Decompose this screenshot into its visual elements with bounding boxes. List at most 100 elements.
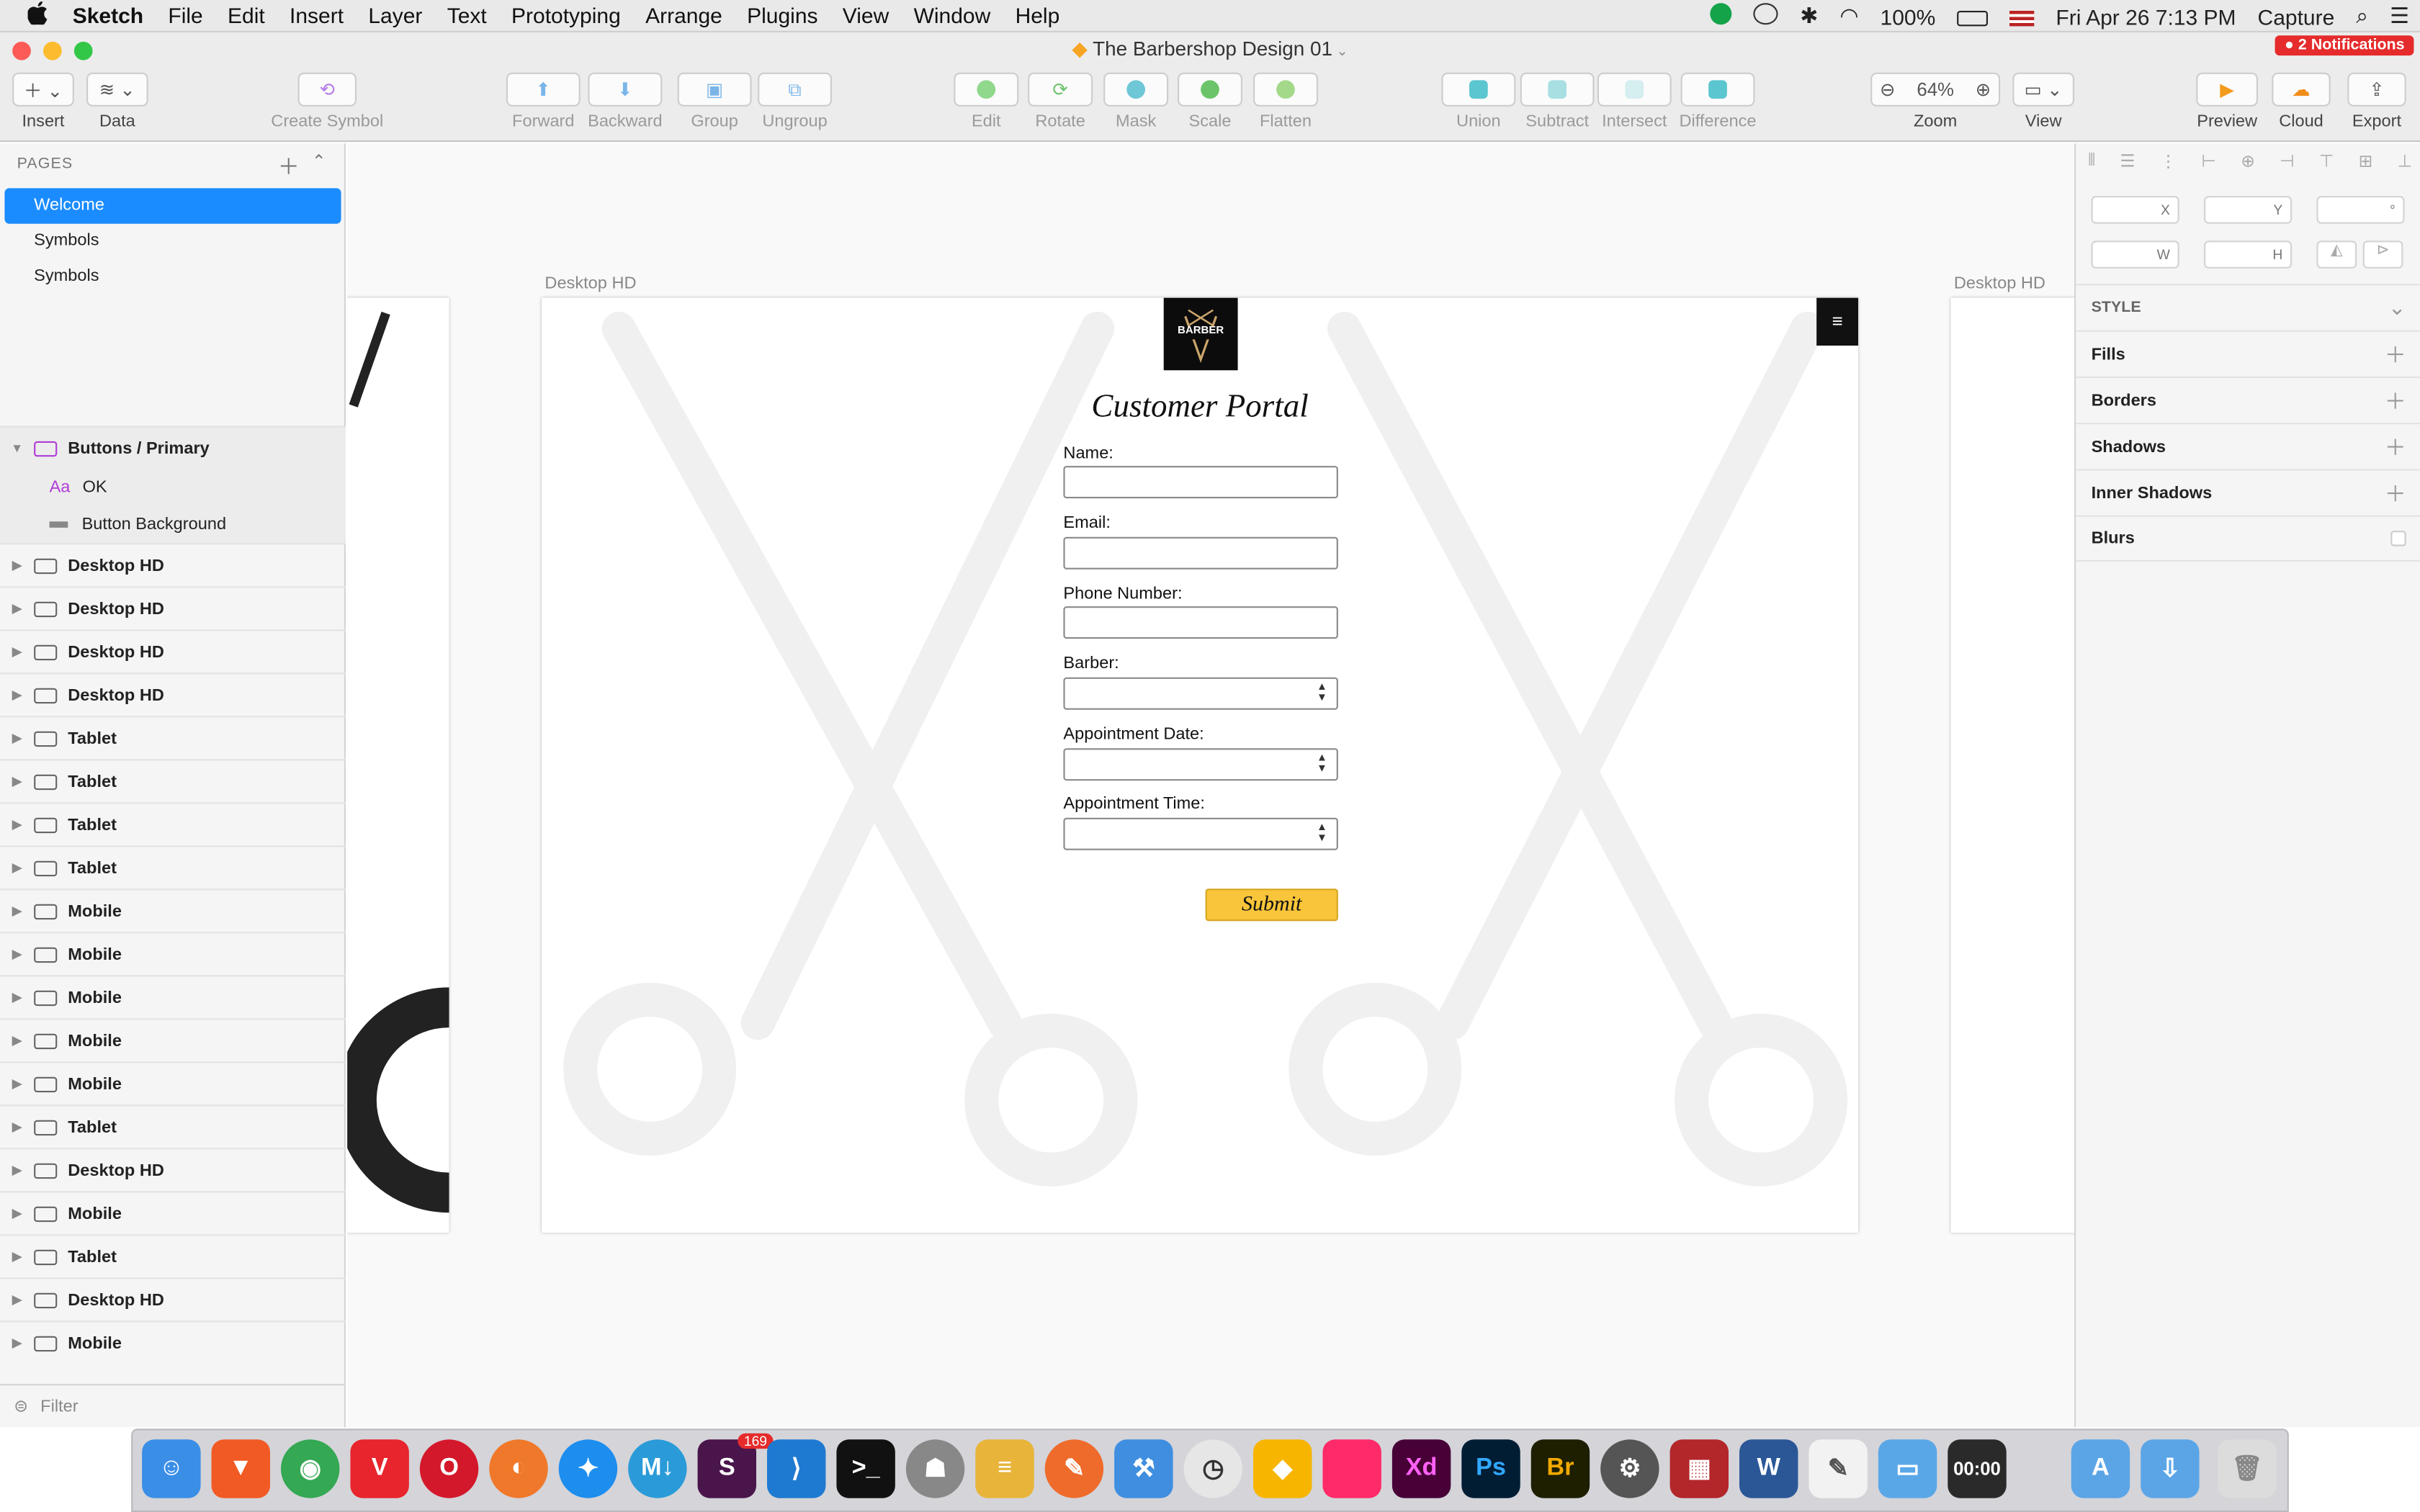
sequel-pro-icon[interactable]: ≡ [975, 1439, 1034, 1498]
chrome-icon[interactable]: ◉ [281, 1439, 340, 1498]
menu-help[interactable]: Help [1003, 3, 1072, 27]
forward-button[interactable]: ⬆ Forward [506, 72, 581, 131]
menu-insert[interactable]: Insert [277, 3, 356, 27]
preview-button[interactable]: ▶ Preview [2192, 72, 2263, 131]
phone-field[interactable] [1063, 606, 1338, 639]
layer-artboard[interactable]: ▶ Desktop HD [0, 629, 346, 672]
disclosure-closed-icon[interactable]: ▶ [0, 1336, 34, 1350]
artboard-label-right[interactable]: Desktop HD [1954, 274, 2045, 293]
create-symbol-button[interactable]: ⟲ Create Symbol [266, 72, 389, 131]
data-button[interactable]: ≋ ⌄ Data [86, 72, 148, 131]
layer-artboard[interactable]: ▶ Tablet [0, 845, 346, 888]
photo-booth-icon[interactable]: ▦ [1670, 1439, 1729, 1498]
vivaldi-icon[interactable]: V [350, 1439, 409, 1498]
menu-view[interactable]: View [830, 3, 902, 27]
layer-artboard[interactable]: ▶ Tablet [0, 1234, 346, 1277]
page-symbols[interactable]: Symbols [4, 224, 341, 259]
flip-vertical-icon[interactable]: ⊳ [2362, 240, 2403, 269]
safari-icon[interactable]: ✦ [558, 1439, 618, 1498]
layer-artboard[interactable]: ▶ Mobile [0, 1061, 346, 1104]
menu-capture[interactable]: Capture [2247, 4, 2346, 28]
height-field[interactable]: H [2204, 240, 2293, 269]
cloud-button[interactable]: ☁ Cloud [2272, 72, 2331, 131]
backward-button[interactable]: ⬇ Backward [583, 72, 667, 131]
layer-text-ok[interactable]: Aa OK [0, 469, 346, 506]
battery-icon[interactable] [1946, 4, 1999, 28]
opera-icon[interactable]: O [419, 1439, 479, 1498]
subtract-button[interactable]: Subtract [1520, 72, 1595, 131]
grammarly-icon[interactable] [1700, 3, 1743, 29]
disclosure-closed-icon[interactable]: ▶ [0, 1293, 34, 1307]
layer-button-background[interactable]: Button Background [0, 505, 346, 544]
disclosure-open-icon[interactable]: ▼ [0, 441, 34, 455]
menu-text[interactable]: Text [435, 3, 499, 27]
layer-artboard[interactable]: ▶ Mobile [0, 1191, 346, 1234]
bridge-icon[interactable]: Br [1531, 1439, 1590, 1498]
edit-button[interactable]: Edit [954, 72, 1019, 131]
disclosure-closed-icon[interactable]: ▶ [0, 1164, 34, 1177]
name-field[interactable] [1063, 466, 1338, 499]
more-icon[interactable]: ⋮ [2160, 151, 2177, 171]
add-inner-shadow-icon[interactable]: ＋ [2385, 477, 2406, 508]
style-header[interactable]: STYLE ⌄ [2076, 284, 2420, 330]
layer-artboard[interactable]: ▶ Mobile [0, 975, 346, 1018]
difference-button[interactable]: Difference [1675, 72, 1761, 131]
menu-edit[interactable]: Edit [215, 3, 277, 27]
width-field[interactable]: W [2091, 240, 2179, 269]
artboard-partial-right[interactable] [1950, 297, 2075, 1233]
layer-artboard[interactable]: ▶ Desktop HD [0, 1277, 346, 1320]
vscode-icon[interactable]: ⟩ [767, 1439, 826, 1498]
layer-artboard[interactable]: ▶ Tablet [0, 759, 346, 802]
postman-icon[interactable]: ✎ [1044, 1439, 1104, 1498]
keynote-icon[interactable]: ▭ [1878, 1439, 1937, 1498]
disclosure-closed-icon[interactable]: ▶ [0, 904, 34, 918]
rotation-field[interactable]: ° [2316, 196, 2405, 224]
shadows-section[interactable]: Shadows ＋ [2076, 423, 2420, 469]
layer-artboard[interactable]: ▶ Tablet [0, 716, 346, 759]
page-welcome[interactable]: Welcome [4, 188, 341, 224]
word-icon[interactable]: W [1739, 1439, 1798, 1498]
layer-artboard[interactable]: ▶ Tablet [0, 802, 346, 845]
disclosure-closed-icon[interactable]: ▶ [0, 948, 34, 961]
disclosure-closed-icon[interactable]: ▶ [0, 688, 34, 702]
disclosure-closed-icon[interactable]: ▶ [0, 1077, 34, 1091]
wifi-icon[interactable]: ◠ [1829, 3, 1869, 29]
disclosure-closed-icon[interactable]: ▶ [0, 732, 34, 745]
disk-utility-icon[interactable]: ⚙ [1600, 1439, 1659, 1498]
artboard-label[interactable]: Desktop HD [544, 274, 636, 293]
fills-section[interactable]: Fills ＋ [2076, 330, 2420, 377]
scale-button[interactable]: Scale [1178, 72, 1242, 131]
artboard-partial-left[interactable] [347, 297, 449, 1233]
distribute-horizontal-icon[interactable]: ⫴ [2088, 151, 2095, 171]
add-fill-icon[interactable]: ＋ [2385, 338, 2406, 369]
zoom-value[interactable]: 64% [1917, 78, 1953, 100]
disclosure-closed-icon[interactable]: ▶ [0, 1034, 34, 1048]
layer-artboard[interactable]: ▶ Mobile [0, 888, 346, 932]
blur-checkbox[interactable] [2390, 531, 2406, 546]
tableplus-icon[interactable]: ☗ [905, 1439, 965, 1498]
layer-artboard[interactable]: ▶ Desktop HD [0, 543, 346, 586]
inner-shadows-section[interactable]: Inner Shadows ＋ [2076, 469, 2420, 515]
layer-artboard[interactable]: ▶ Desktop HD [0, 586, 346, 629]
x-field[interactable]: X [2091, 196, 2179, 224]
blurs-section[interactable]: Blurs [2076, 515, 2420, 562]
menu-clock[interactable]: Fri Apr 26 7:13 PM [2045, 4, 2246, 28]
filter-input[interactable]: ⊜ Filter [0, 1384, 346, 1427]
app-icon[interactable] [1322, 1439, 1381, 1498]
layer-artboard[interactable]: ▶ Mobile [0, 1018, 346, 1061]
design-canvas[interactable]: Desktop HD BARBER ≡ Customer Portal Name… [347, 143, 2075, 1428]
align-middle-icon[interactable]: ⊞ [2359, 151, 2373, 171]
appointment-time-select[interactable]: ▲ ▼ [1063, 817, 1338, 850]
align-bottom-icon[interactable]: ⊥ [2398, 151, 2413, 171]
page-symbols-2[interactable]: Symbols [4, 259, 341, 294]
submit-button[interactable]: Submit [1205, 888, 1338, 922]
align-left-icon[interactable]: ⊢ [2201, 151, 2216, 171]
hamburger-menu-icon[interactable]: ≡ [1816, 297, 1858, 346]
menu-arrange[interactable]: Arrange [633, 3, 735, 27]
bluetooth-icon[interactable]: ✱ [1789, 3, 1829, 29]
artboard-desktop-hd[interactable]: BARBER ≡ Customer Portal Name: Email: Ph… [542, 297, 1858, 1233]
xcode-icon[interactable]: ⚒ [1114, 1439, 1173, 1498]
document-title[interactable]: ◆ The Barbershop Design 01 ⌄ [0, 37, 2420, 61]
align-top-icon[interactable]: ⊤ [2319, 151, 2334, 171]
applications-folder-icon[interactable]: A [2071, 1439, 2130, 1498]
